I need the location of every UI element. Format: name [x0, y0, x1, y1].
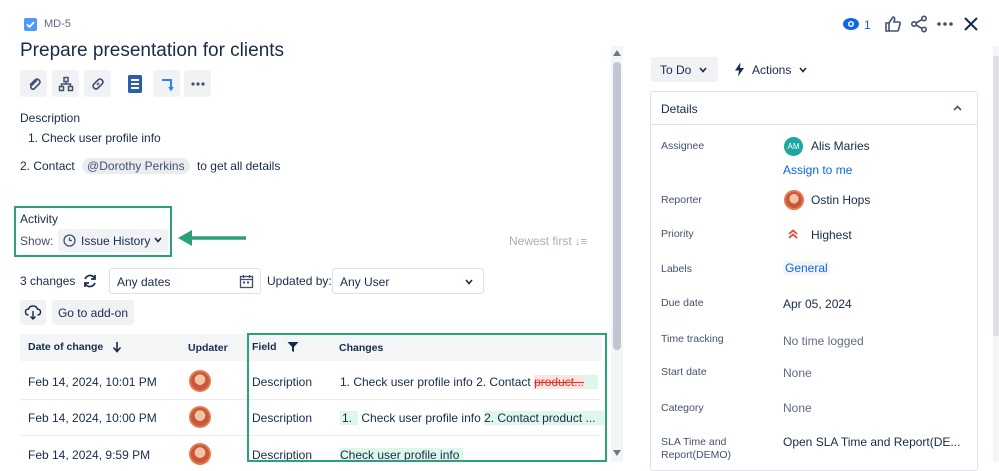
clock-icon — [63, 234, 76, 247]
category-label: Category — [661, 402, 704, 414]
status-value: To Do — [660, 63, 692, 77]
show-dropdown[interactable]: Issue History — [58, 229, 168, 252]
assignee-avatar[interactable]: AM — [784, 137, 803, 156]
link-issue-button[interactable] — [84, 70, 111, 97]
dates-value: Any dates — [117, 275, 171, 289]
chevron-down-icon — [799, 67, 807, 73]
labels-label: Labels — [661, 263, 692, 275]
cloud-download-icon — [24, 305, 42, 320]
assignee-initials: AM — [787, 142, 800, 151]
annotation-arrow-icon — [178, 230, 246, 246]
scroll-up-icon[interactable] — [613, 50, 621, 56]
issue-type-icon — [24, 18, 37, 31]
more-icon — [190, 81, 205, 86]
sort-toggle[interactable]: Newest first ↓≡ — [509, 234, 587, 248]
description-item-1[interactable]: 1. Check user profile info — [28, 131, 161, 145]
changes-highlight-box — [247, 333, 607, 462]
watch-icon[interactable] — [842, 16, 860, 35]
reporter-value[interactable]: Ostin Hops — [811, 193, 870, 207]
reporter-label: Reporter — [661, 194, 702, 206]
label-chip[interactable]: General — [783, 261, 830, 275]
assign-to-me-link[interactable]: Assign to me — [783, 163, 852, 177]
dates-filter[interactable]: Any dates — [109, 268, 261, 294]
chevron-down-icon — [465, 279, 473, 285]
row-1-date: Feb 14, 2024, 10:01 PM — [28, 375, 157, 389]
attach-button[interactable] — [20, 70, 47, 97]
column-date[interactable]: Date of change — [28, 341, 122, 353]
updater-avatar[interactable] — [189, 406, 211, 428]
close-icon[interactable] — [962, 15, 980, 36]
page-scrollbar-thumb[interactable] — [993, 56, 999, 336]
sla-label: SLA Time and Report(DEMO) — [661, 436, 732, 461]
sort-label: Newest first — [509, 234, 572, 248]
column-updater: Updater — [188, 342, 228, 354]
child-issue-button[interactable] — [52, 70, 79, 97]
mention-chip[interactable]: @Dorothy Perkins — [82, 158, 190, 174]
spreadsheet-icon — [127, 74, 142, 93]
lightning-icon — [735, 62, 744, 77]
sheet-addon-button[interactable] — [121, 70, 148, 97]
watch-count: 1 — [864, 18, 871, 32]
assignee-value[interactable]: Alis Maries — [811, 139, 870, 153]
share-icon[interactable] — [910, 15, 928, 36]
row-2-date: Feb 14, 2024, 10:00 PM — [28, 411, 157, 425]
assignee-label: Assignee — [661, 140, 705, 152]
page-scrollbar[interactable] — [993, 46, 999, 462]
reporter-avatar[interactable] — [784, 190, 804, 210]
calendar-icon — [239, 275, 254, 289]
user-filter[interactable]: Any User — [332, 268, 484, 294]
paperclip-icon — [28, 77, 41, 90]
priority-highest-icon — [788, 229, 798, 239]
actions-label: Actions — [752, 63, 792, 77]
scrollbar[interactable] — [611, 46, 623, 462]
scrollbar-thumb[interactable] — [613, 62, 621, 350]
chevron-down-icon — [699, 67, 707, 73]
refresh-icon[interactable] — [82, 273, 98, 289]
show-label: Show: — [20, 234, 54, 248]
scroll-down-icon[interactable] — [613, 450, 621, 456]
chevron-up-icon — [953, 105, 962, 111]
user-value: Any User — [340, 275, 390, 289]
row-3-date: Feb 14, 2024, 9:59 PM — [28, 448, 151, 462]
due-date-label: Due date — [661, 297, 704, 309]
priority-value[interactable]: Highest — [811, 228, 852, 242]
more-icon[interactable] — [936, 15, 954, 36]
column-date-label: Date of change — [28, 341, 104, 353]
show-value: Issue History — [81, 234, 151, 248]
start-date-label: Start date — [661, 366, 707, 378]
category-value[interactable]: None — [783, 401, 812, 415]
start-date-value[interactable]: None — [783, 366, 812, 380]
sort-icon: ↓≡ — [575, 236, 587, 248]
addon-button[interactable] — [153, 70, 180, 97]
arrow-down-icon — [113, 342, 122, 353]
due-date-value[interactable]: Apr 05, 2024 — [783, 297, 852, 311]
time-tracking-label: Time tracking — [661, 333, 724, 345]
go-to-addon-button[interactable]: Go to add-on — [52, 300, 134, 325]
like-icon[interactable] — [884, 15, 902, 36]
corner-arrow-icon — [161, 78, 174, 91]
updater-avatar[interactable] — [189, 370, 211, 392]
actions-button[interactable]: Actions — [730, 57, 812, 82]
hierarchy-icon — [58, 76, 73, 91]
description-item-2-suffix: to get all details — [196, 159, 281, 173]
time-tracking-value[interactable]: No time logged — [783, 334, 864, 348]
status-button[interactable]: To Do — [651, 57, 718, 82]
description-item-2-prefix: 2. Contact — [20, 159, 75, 173]
changes-count: 3 changes — [20, 274, 76, 288]
description-item-2[interactable]: 2. Contact @Dorothy Perkins to get all d… — [20, 158, 281, 174]
details-header[interactable]: Details — [651, 92, 977, 125]
priority-label: Priority — [661, 228, 694, 240]
description-heading: Description — [20, 111, 81, 125]
link-icon — [91, 77, 104, 90]
updated-by-label: Updated by: — [267, 274, 332, 288]
sla-value[interactable]: Open SLA Time and Report(DE... — [783, 435, 960, 449]
details-heading: Details — [661, 102, 698, 116]
page-title[interactable]: Prepare presentation for clients — [20, 40, 284, 62]
activity-heading: Activity — [20, 212, 59, 226]
issue-key[interactable]: MD-5 — [44, 18, 71, 30]
more-actions-button[interactable] — [184, 70, 211, 97]
export-button[interactable] — [20, 300, 46, 325]
chevron-down-icon — [154, 237, 162, 243]
